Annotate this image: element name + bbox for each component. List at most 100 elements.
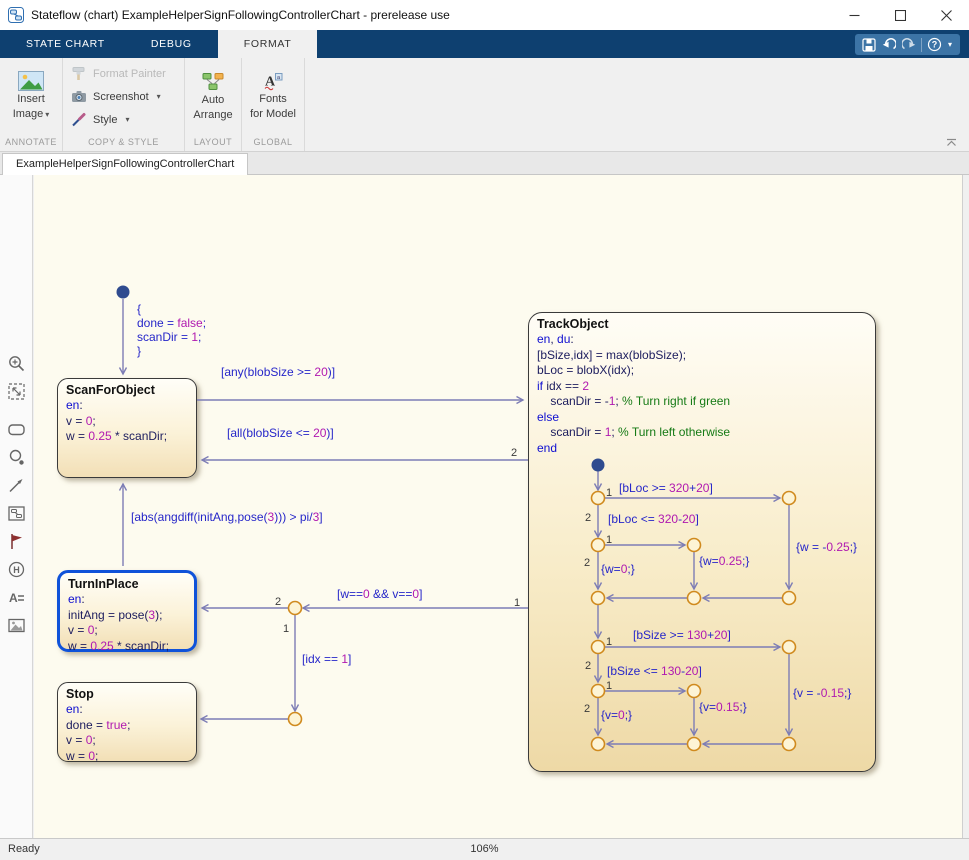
help-dropdown-caret-icon[interactable]: ▾ [944, 36, 956, 54]
transition-label[interactable]: {v = -0.15;} [793, 686, 851, 700]
screenshot-camera-icon [71, 89, 87, 104]
image-tool[interactable] [7, 616, 27, 636]
state-title: Stop [66, 686, 188, 702]
group-annotate: Insert Image▾ ANNOTATE [0, 58, 63, 151]
transition-label[interactable]: [w==0 && v==0] [337, 587, 422, 601]
status-bar: Ready 106% [0, 838, 969, 860]
group-label-global: GLOBAL [242, 135, 304, 151]
zoom-in-tool[interactable] [7, 354, 27, 374]
ribbon-format: Insert Image▾ ANNOTATE Format Painter Sc [0, 58, 969, 152]
chart-tool[interactable] [7, 504, 27, 524]
transition-order-number: 2 [275, 596, 281, 608]
state-body: en:initAng = pose(3);v = 0;w = 0.25 * sc… [68, 592, 186, 654]
transition-order-number: 2 [585, 512, 591, 524]
transition-label[interactable]: [all(blobSize <= 20)] [227, 426, 334, 440]
title-bar: Stateflow (chart) ExampleHelperSignFollo… [0, 0, 969, 30]
svg-text:?: ? [931, 40, 937, 50]
format-painter-label: Format Painter [93, 68, 166, 80]
toolstrip-tab-bar: STATE CHART DEBUG FORMAT ? ▾ [0, 30, 969, 58]
collapse-ribbon-button[interactable] [946, 138, 957, 147]
transition-label[interactable]: {w=0.25;} [699, 554, 749, 568]
transition-order-number: 1 [283, 623, 289, 635]
flag-tool[interactable] [7, 532, 27, 552]
document-tab-bar: ExampleHelperSignFollowingControllerChar… [0, 152, 969, 175]
transition-label[interactable]: [abs(angdiff(initAng,pose(3))) > pi/3] [131, 510, 323, 524]
auto-arrange-icon [202, 72, 224, 92]
group-global: Aa Fonts for Model GLOBAL [242, 58, 305, 151]
save-button[interactable] [859, 36, 879, 54]
state-tool[interactable] [7, 420, 27, 440]
style-label: Style [93, 114, 117, 126]
help-button[interactable]: ? [924, 36, 944, 54]
state-body: en:v = 0;w = 0.25 * scanDir; [66, 398, 188, 445]
ribbon-spacer [305, 58, 969, 151]
format-painter-button[interactable]: Format Painter [71, 63, 184, 84]
transition-label[interactable]: [any(blobSize >= 20)] [221, 365, 335, 379]
tab-format[interactable]: FORMAT [218, 30, 318, 58]
undo-button[interactable] [879, 36, 899, 54]
zoom-level: 106% [0, 843, 969, 855]
svg-text:A: A [9, 591, 18, 605]
transition-label[interactable]: {done = false;scanDir = 1;} [137, 302, 206, 358]
insert-image-label-1: Insert [17, 92, 45, 106]
state-stop[interactable]: Stop en:done = true;v = 0;w = 0; [57, 682, 197, 762]
redo-button[interactable] [899, 36, 919, 54]
auto-arrange-label-2: Arrange [193, 108, 232, 122]
group-label-copy-style: COPY & STYLE [63, 135, 184, 151]
dropdown-caret-icon: ▾ [125, 115, 129, 124]
stateflow-app-icon [8, 7, 24, 23]
maximize-button[interactable] [877, 0, 923, 30]
document-tab[interactable]: ExampleHelperSignFollowingControllerChar… [2, 153, 248, 175]
dropdown-caret-icon: ▾ [157, 92, 161, 101]
screenshot-label: Screenshot [93, 91, 149, 103]
minimize-button[interactable] [831, 0, 877, 30]
transition-label[interactable]: [bSize >= 130+20] [633, 628, 731, 642]
insert-image-label-2: Image [13, 108, 44, 120]
auto-arrange-label-1: Auto [202, 93, 225, 107]
state-title: ScanForObject [66, 382, 188, 398]
transition-order-number: 1 [606, 534, 612, 546]
auto-arrange-button[interactable]: Auto Arrange [191, 70, 234, 124]
group-label-layout: LAYOUT [185, 135, 241, 151]
insert-image-icon [18, 71, 44, 91]
tab-debug[interactable]: DEBUG [131, 30, 212, 58]
fonts-label-1: Fonts [259, 92, 287, 106]
transition-label[interactable]: {w=0;} [601, 562, 635, 576]
style-button[interactable]: Style ▾ [71, 109, 184, 130]
transition-order-number: 2 [585, 660, 591, 672]
window-title: Stateflow (chart) ExampleHelperSignFollo… [31, 8, 450, 22]
transition-order-number: 1 [606, 680, 612, 692]
state-scanforobject[interactable]: ScanForObject en:v = 0;w = 0.25 * scanDi… [57, 378, 197, 478]
quick-access-toolbar: ? ▾ [855, 34, 960, 55]
state-turninplace[interactable]: TurnInPlace en:initAng = pose(3);v = 0;w… [57, 570, 197, 652]
insert-image-button[interactable]: Insert Image▾ [11, 69, 52, 124]
transition-label[interactable]: [idx == 1] [302, 652, 351, 666]
left-toolbar: H A [0, 175, 33, 838]
format-painter-icon [71, 66, 87, 81]
transition-label[interactable]: [bSize <= 130-20] [607, 664, 702, 678]
annotation-tool[interactable]: A [7, 588, 27, 608]
transition-tool[interactable] [7, 476, 27, 496]
transition-order-number: 1 [514, 597, 520, 609]
fonts-for-model-button[interactable]: Aa Fonts for Model [248, 70, 298, 123]
screenshot-button[interactable]: Screenshot ▾ [71, 86, 184, 107]
transition-label[interactable]: {v=0;} [601, 708, 632, 722]
state-body: en:done = true;v = 0;w = 0; [66, 702, 188, 764]
group-label-annotate: ANNOTATE [0, 135, 62, 151]
transition-label[interactable]: [bLoc >= 320+20] [619, 481, 713, 495]
fonts-icon: Aa [263, 72, 283, 91]
dropdown-caret-icon: ▾ [45, 110, 49, 119]
transition-label[interactable]: [bLoc <= 320-20] [608, 512, 699, 526]
tab-state-chart[interactable]: STATE CHART [6, 30, 125, 58]
toolbar-separator [921, 38, 922, 52]
history-junction-tool[interactable]: H [7, 560, 27, 580]
fit-to-view-tool[interactable] [7, 382, 27, 402]
transition-label[interactable]: {v=0.15;} [699, 700, 747, 714]
junction-tool[interactable] [7, 448, 27, 468]
transition-label[interactable]: {w = -0.25;} [796, 540, 857, 554]
close-button[interactable] [923, 0, 969, 30]
fonts-label-2: for Model [250, 107, 296, 121]
transition-order-number: 1 [606, 487, 612, 499]
group-layout: Auto Arrange LAYOUT [185, 58, 242, 151]
transition-order-number: 2 [511, 447, 517, 459]
